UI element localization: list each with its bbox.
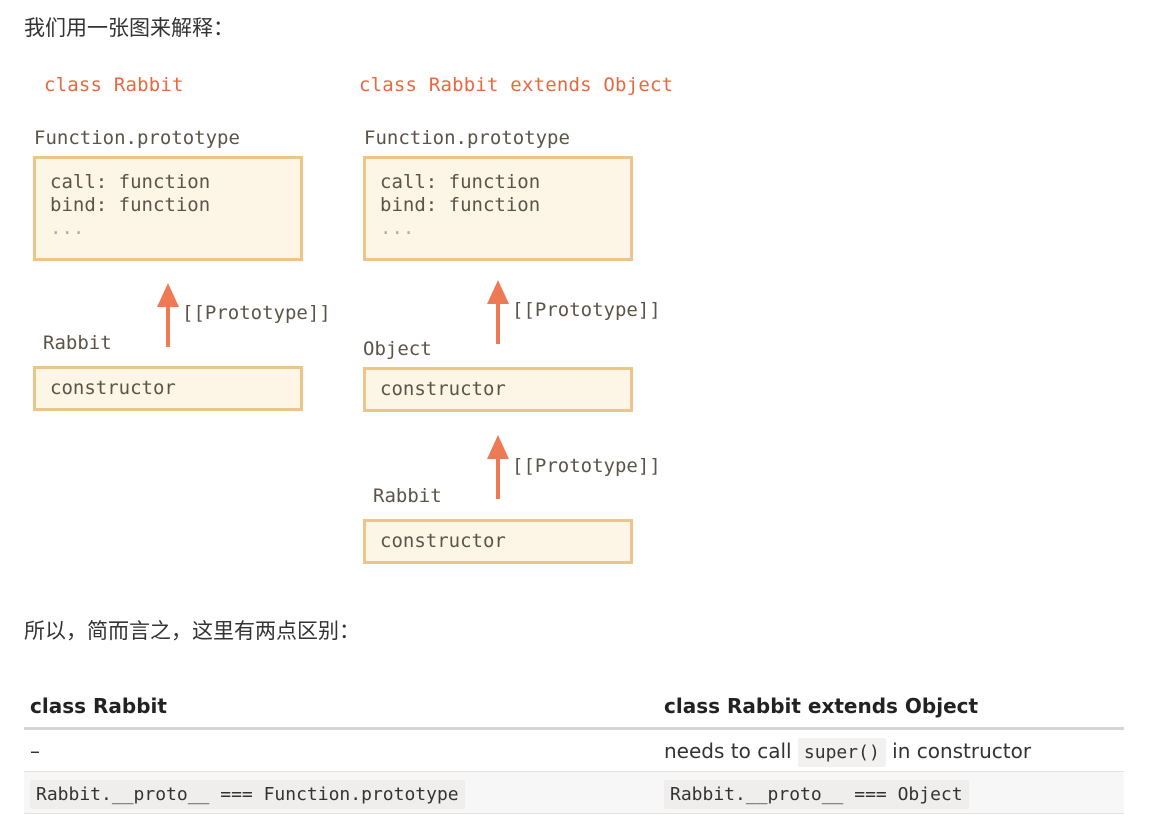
table-header-class-rabbit: class Rabbit — [24, 686, 658, 730]
row1-right-prefix: needs to call — [664, 738, 792, 763]
right-rabbit-constructor: constructor — [380, 530, 506, 552]
left-prototype-arrow — [157, 283, 179, 347]
row1-right-suffix: in constructor — [892, 738, 1032, 763]
summary-text: 所以，简而言之，这里有两点区别： — [24, 619, 360, 643]
right-proto-line-call: call: function — [380, 171, 541, 193]
table-cell-row1-right: needs to call super() in constructor — [658, 728, 1124, 772]
row2-right-code: Rabbit.__proto__ === Object — [664, 779, 969, 809]
left-proto-line-bind: bind: function — [50, 194, 211, 216]
left-proto-line-ellipsis: ... — [50, 217, 85, 239]
row2-left-code: Rabbit.__proto__ === Function.prototype — [30, 779, 465, 809]
table-cell-row2-right: Rabbit.__proto__ === Object — [658, 771, 1124, 814]
right-prototype-arrow-2-label: [[Prototype]] — [512, 455, 661, 477]
right-function-prototype-box: call: function bind: function ... — [363, 156, 633, 261]
intro-text: 我们用一张图来解释： — [24, 16, 234, 40]
table-header-row: class Rabbit class Rabbit extends Object — [24, 686, 1124, 730]
left-proto-line-call: call: function — [50, 171, 211, 193]
right-object-box: constructor — [363, 367, 633, 412]
diagram-right-title: class Rabbit extends Object — [359, 74, 674, 96]
right-rabbit-label: Rabbit — [373, 485, 442, 507]
left-rabbit-box: constructor — [33, 366, 303, 411]
table-row: Rabbit.__proto__ === Function.prototype … — [24, 771, 1124, 814]
diagram-left-title: class Rabbit — [44, 74, 184, 96]
left-rabbit-constructor: constructor — [50, 377, 176, 399]
right-proto-line-bind: bind: function — [380, 194, 541, 216]
right-rabbit-box: constructor — [363, 519, 633, 564]
comparison-table: class Rabbit class Rabbit extends Object… — [24, 686, 1124, 814]
table-row: – needs to call super() in constructor — [24, 728, 1124, 772]
table-cell-row1-left: – — [24, 728, 658, 772]
left-rabbit-label: Rabbit — [43, 332, 112, 354]
row1-right-code: super() — [797, 737, 886, 767]
left-function-prototype-label: Function.prototype — [34, 127, 240, 149]
right-prototype-arrow-2 — [487, 435, 509, 499]
right-function-prototype-label: Function.prototype — [364, 127, 570, 149]
left-function-prototype-box: call: function bind: function ... — [33, 156, 303, 261]
table-header-class-rabbit-extends-object: class Rabbit extends Object — [658, 686, 1124, 730]
right-prototype-arrow-1 — [487, 280, 509, 344]
right-prototype-arrow-1-label: [[Prototype]] — [512, 299, 661, 321]
right-proto-line-ellipsis: ... — [380, 217, 415, 239]
right-object-label: Object — [363, 338, 432, 360]
right-object-constructor: constructor — [380, 378, 506, 400]
left-prototype-arrow-label: [[Prototype]] — [182, 302, 331, 324]
table-cell-row2-left: Rabbit.__proto__ === Function.prototype — [24, 771, 658, 814]
